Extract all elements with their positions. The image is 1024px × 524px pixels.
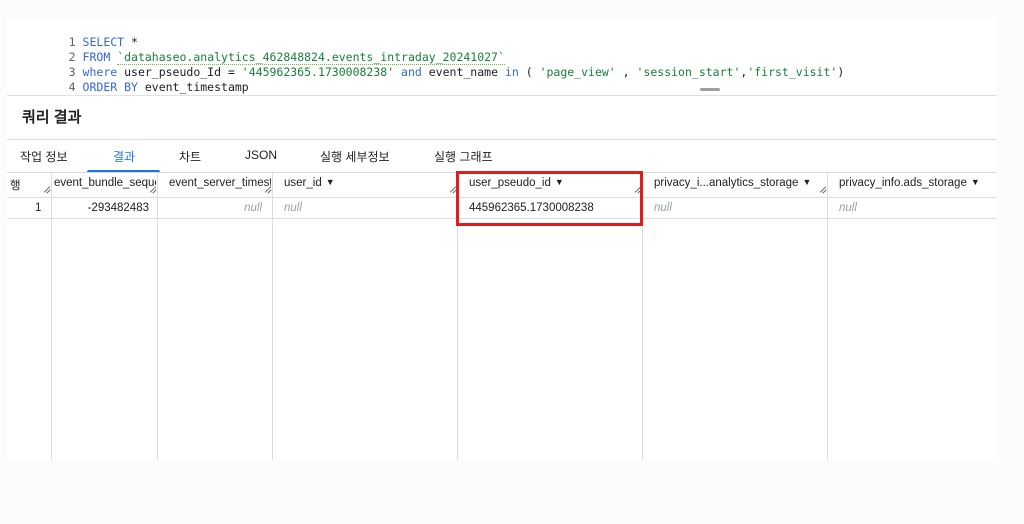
row-number: 1 [35,202,42,214]
string-literal: 'first_visit' [747,65,838,79]
open-paren: ( [518,65,540,79]
column-resize-grip[interactable] [149,186,157,194]
table-cell-null[interactable]: null [284,202,302,214]
editor-resize-handle[interactable] [700,88,720,91]
field-event-name: event_name [421,65,505,79]
highlight-annotation-box [456,171,643,226]
editor-divider [7,95,997,96]
close-paren: ) [837,65,845,79]
column-header-user-id[interactable]: user_id ▼ [284,177,444,189]
column-header-label: user_id [284,177,322,189]
column-resize-grip[interactable] [264,186,272,194]
table-cell[interactable]: -293482483 [57,202,149,214]
column-header-privacy-ads-storage[interactable]: privacy_info.ads_storage ▼ [839,177,997,189]
column-header-event-bundle-sequence[interactable]: event_bundle_sequer [54,177,156,189]
sort-caret-icon: ▼ [802,177,812,187]
string-literal: 'session_start' [636,65,741,79]
tab-results[interactable]: 결과 [113,148,135,165]
column-separator [157,173,158,460]
column-header-label: event_bundle_sequer [54,177,156,189]
code-line-2: 2 FROM `datahaseo.analytics_462848824.eve… [7,35,505,65]
column-separator [827,173,828,460]
column-separator [51,173,52,460]
column-header-label: privacy_i...analytics_storage [654,177,799,189]
tab-chart[interactable]: 차트 [179,148,201,165]
table-cell-null[interactable]: null [165,202,262,214]
column-header-label: event_server_timesta [169,177,271,189]
results-tabs: 작업 정보 결과 차트 JSON 실행 세부정보 실행 그래프 [7,140,997,172]
string-literal: 'page_view' [539,65,616,79]
tab-json[interactable]: JSON [245,148,277,162]
query-results-title: 쿼리 결과 [22,109,82,126]
order-field: event_timestamp [137,80,249,94]
table-cell-null[interactable]: null [839,202,857,214]
tab-job-info[interactable]: 작업 정보 [20,148,68,165]
code-line-4: 4 ORDER BY event_timestamp [7,65,249,94]
column-header-event-server-timestamp[interactable]: event_server_timesta [169,177,271,189]
column-header-privacy-analytics-storage[interactable]: privacy_i...analytics_storage ▼ [654,177,826,189]
line-number: 4 [68,80,76,94]
column-resize-grip[interactable] [819,186,827,194]
keyword-order-by: ORDER BY [82,80,138,94]
row-number-header: 행 [10,180,21,192]
column-resize-grip[interactable] [43,186,51,194]
column-header-label: privacy_info.ads_storage [839,177,967,189]
bigquery-panel: 1 SELECT * 2 FROM `datahaseo.analytics_462… [7,18,997,460]
comma: , [615,65,637,79]
tab-execution-graph[interactable]: 실행 그래프 [434,148,493,165]
sort-caret-icon: ▼ [325,177,335,187]
column-separator [272,173,273,460]
tab-execution-details[interactable]: 실행 세부정보 [320,148,390,165]
sort-caret-icon: ▼ [970,177,980,187]
code-line-3: 3 where user_pseudo_Id = '445962365.17300… [7,50,845,79]
keyword-and: and [394,65,422,79]
code-line-1: 1 SELECT * [7,20,138,49]
string-literal: '445962365.1730008238' [241,65,395,79]
sql-editor[interactable]: 1 SELECT * 2 FROM `datahaseo.analytics_462… [7,18,997,95]
keyword-in: in [504,65,519,79]
table-cell-null[interactable]: null [654,202,672,214]
